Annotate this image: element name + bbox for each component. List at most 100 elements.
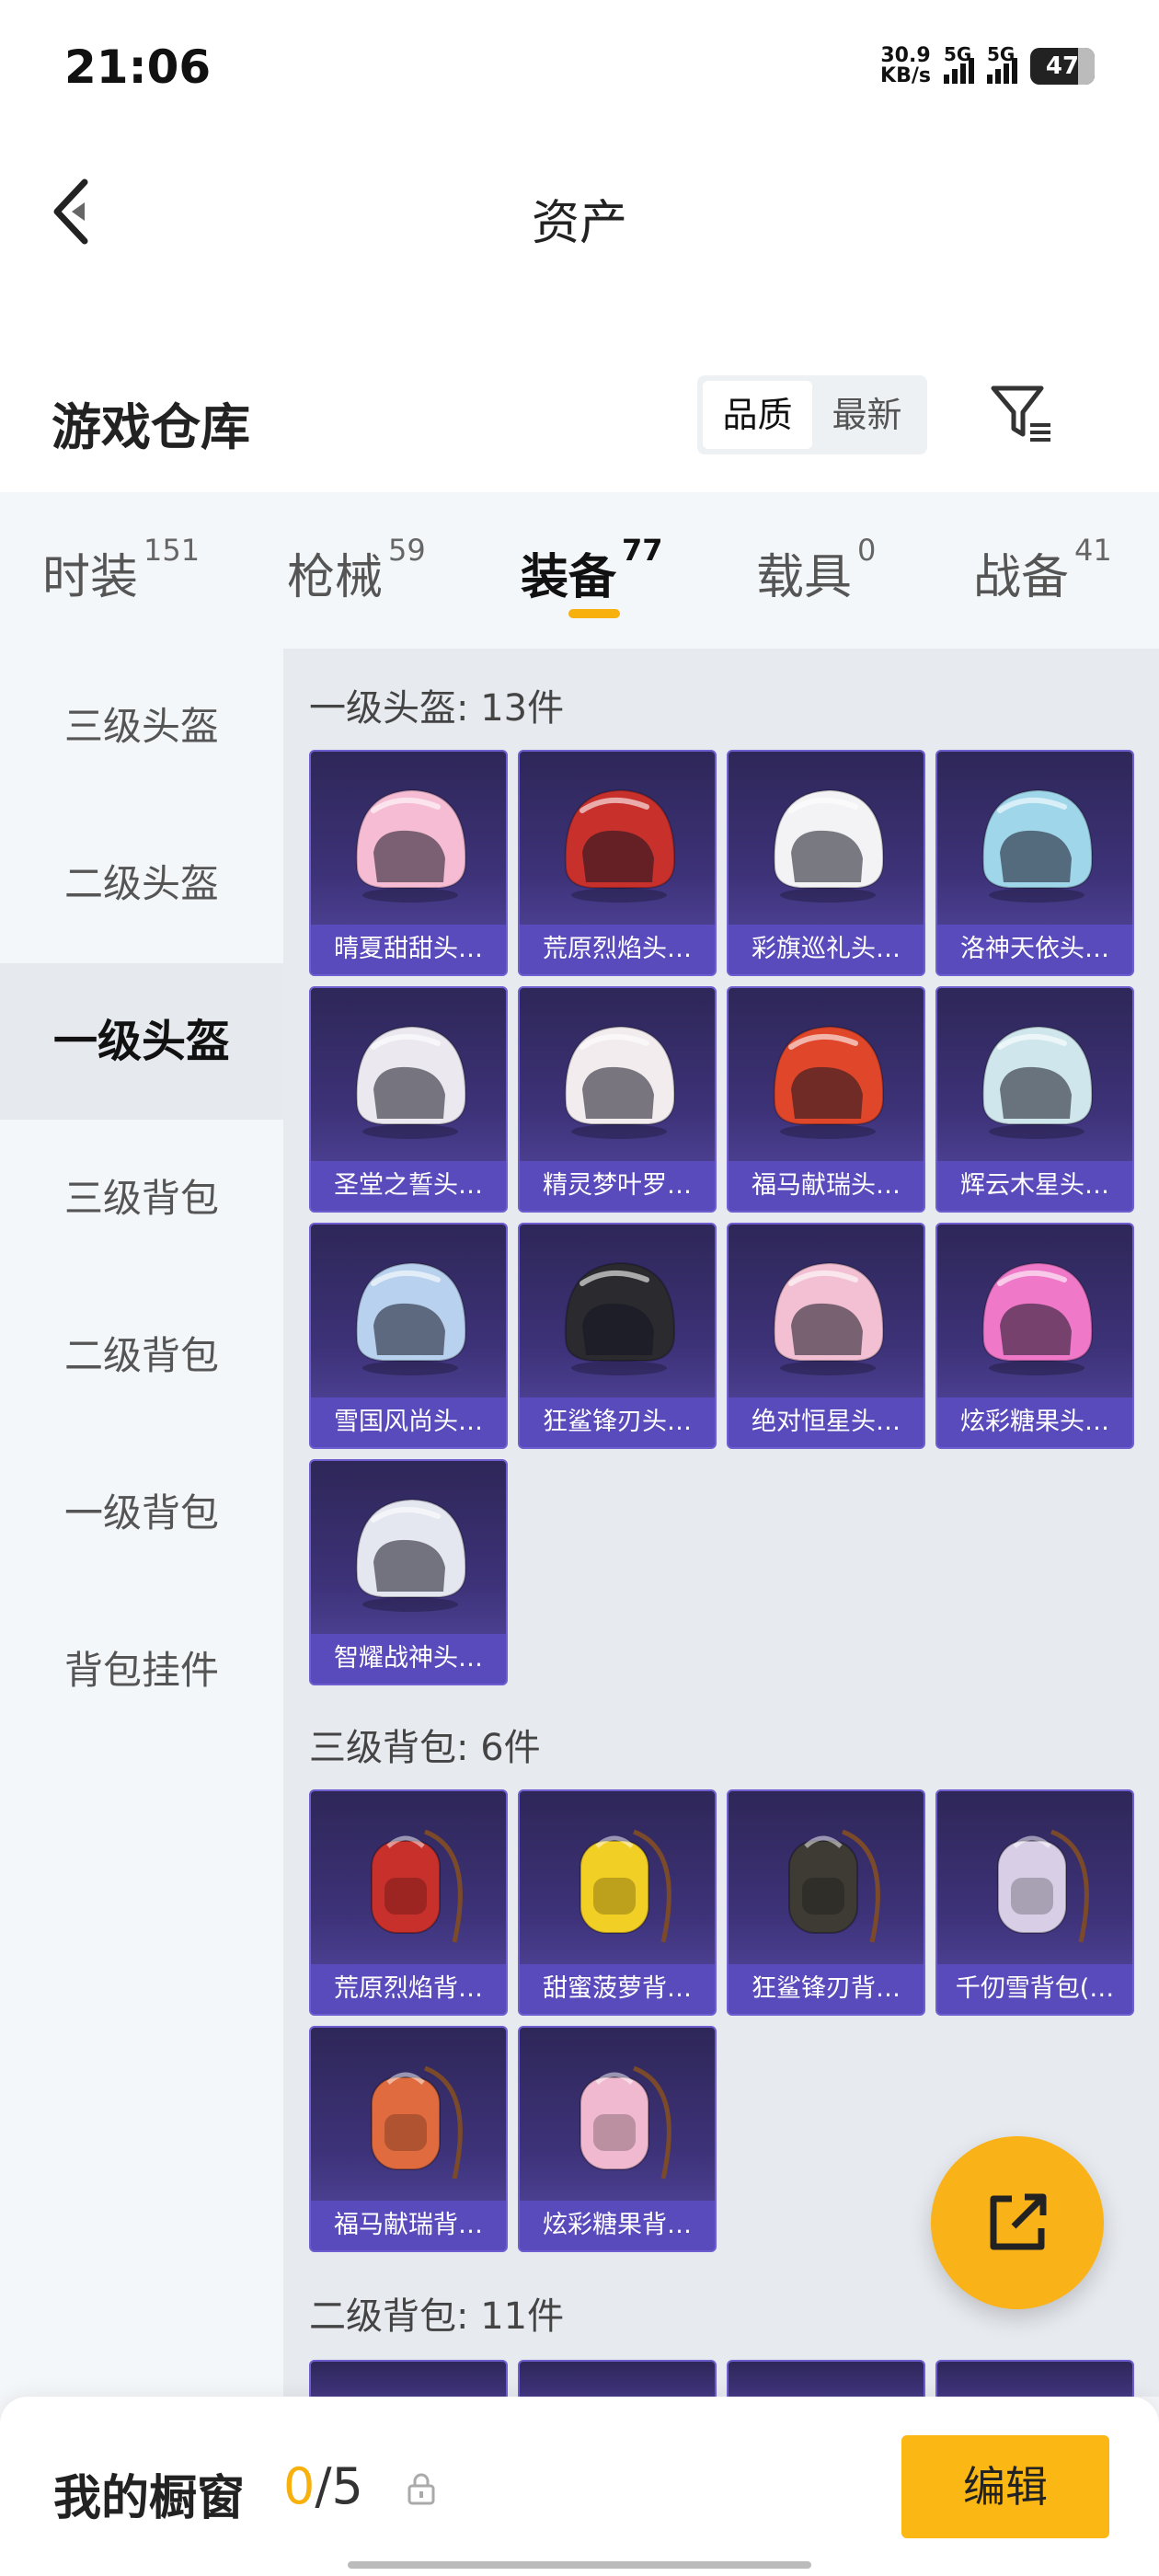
section-title-lv2-backpack: 二级背包: 11件 [309, 2295, 565, 2338]
helmet-item-card[interactable]: 辉云木星头… [935, 986, 1134, 1213]
sort-toggle: 品质 最新 [697, 375, 927, 454]
item-name: 精灵梦叶罗… [520, 1161, 715, 1211]
item-grid-area: 一级头盔: 13件 晴夏甜甜头… 荒原烈焰头… 彩旗巡礼头… 洛神天依头… 圣堂之誓头…… [283, 649, 1159, 2397]
helmet-icon [773, 1261, 885, 1375]
helmet-icon [355, 1025, 467, 1139]
sidebar-item-lv1-backpack[interactable]: 一级背包 [0, 1435, 283, 1592]
backpack-icon [997, 1829, 1089, 1943]
window-count: 0/5 [283, 2457, 363, 2515]
item-name: 洛神天依头… [937, 925, 1132, 974]
helmet-item-card[interactable]: 洛神天依头… [935, 750, 1134, 976]
helmet-item-card[interactable]: 彩旗巡礼头… [727, 750, 925, 976]
window-count-current: 0 [283, 2457, 316, 2515]
page-title: 资产 [531, 196, 627, 251]
item-name: 炫彩糖果头… [937, 1397, 1132, 1447]
sort-latest-button[interactable]: 最新 [812, 381, 922, 449]
sidebar-item-lv3-helmet[interactable]: 三级头盔 [0, 649, 283, 805]
backpack-icon [371, 2065, 463, 2179]
status-bar: 21:06 30.9 KB/s 5G 5G 47 [0, 0, 1159, 138]
helmet-icon [981, 1025, 1094, 1139]
sidebar-item-lv2-helmet[interactable]: 二级头盔 [0, 806, 283, 962]
edit-button[interactable]: 编辑 [901, 2435, 1109, 2538]
sidebar-item-lv2-backpack[interactable]: 二级背包 [0, 1278, 283, 1434]
category-tabs: 时装 151 枪械 59 装备 77 载具 0 战备 41 [0, 492, 1159, 649]
backpack-item-card[interactable]: 甜蜜菠萝背… [518, 1789, 717, 2016]
item-card-partial[interactable] [727, 2360, 925, 2397]
battery-level: 47 [1045, 52, 1080, 80]
sidebar: 三级头盔 二级头盔 一级头盔 三级背包 二级背包 一级背包 背包挂件 [0, 649, 283, 2397]
backpack-icon [580, 2065, 671, 2179]
helmet-icon [355, 1498, 467, 1612]
my-window-label: 我的橱窗 [53, 2471, 246, 2526]
backpack-item-card[interactable]: 炫彩糖果背… [518, 2026, 717, 2252]
signal-icon: 5G [944, 43, 974, 84]
tab-supplies[interactable]: 战备 41 [973, 533, 1112, 607]
backpack-icon [371, 1829, 463, 1943]
share-button[interactable] [931, 2136, 1104, 2309]
signal-icon-2: 5G [987, 43, 1017, 84]
item-name: 智耀战神头… [311, 1634, 506, 1684]
sidebar-item-lv1-helmet[interactable]: 一级头盔 [0, 963, 283, 1120]
helmet-icon [355, 788, 467, 903]
network-speed-unit: KB/s [880, 64, 931, 87]
helmet-item-card[interactable]: 精灵梦叶罗… [518, 986, 717, 1213]
item-name: 晴夏甜甜头… [311, 925, 506, 974]
helmet-icon [564, 788, 676, 903]
tab-fashion[interactable]: 时装 151 [42, 533, 200, 607]
item-name: 辉云木星头… [937, 1161, 1132, 1211]
helmet-item-card[interactable]: 雪国风尚头… [309, 1223, 508, 1449]
helmet-item-card[interactable]: 晴夏甜甜头… [309, 750, 508, 976]
helmet-item-card[interactable]: 圣堂之誓头… [309, 986, 508, 1213]
item-name: 荒原烈焰背… [311, 1964, 506, 2014]
section-title-lv1-helmet: 一级头盔: 13件 [309, 687, 565, 730]
helmet-item-card[interactable]: 荒原烈焰头… [518, 750, 717, 976]
network-speed: 30.9 KB/s [880, 46, 931, 86]
section-title-lv3-backpack: 三级背包: 6件 [309, 1727, 541, 1769]
sim1-type: 5G [944, 43, 972, 65]
helmet-icon [564, 1261, 676, 1375]
backpack-icon [580, 1829, 671, 1943]
helmet-item-card[interactable]: 智耀战神头… [309, 1459, 508, 1685]
tab-vehicles[interactable]: 载具 0 [756, 533, 876, 607]
backpack-item-card[interactable]: 千仞雪背包(… [935, 1789, 1134, 2016]
battery-icon: 47 [1030, 48, 1095, 85]
share-export-icon [990, 2193, 1047, 2250]
item-name: 千仞雪背包(… [937, 1964, 1132, 2014]
helmet-icon [773, 788, 885, 903]
helmet-icon [564, 1025, 676, 1139]
helmet-item-card[interactable]: 炫彩糖果头… [935, 1223, 1134, 1449]
sidebar-item-pendant[interactable]: 背包挂件 [0, 1593, 283, 1749]
helmet-item-card[interactable]: 福马献瑞头… [727, 986, 925, 1213]
network-speed-value: 30.9 [880, 44, 931, 67]
app-header: 资产 [0, 138, 1159, 340]
item-name: 圣堂之誓头… [311, 1161, 506, 1211]
lock-icon [407, 2473, 435, 2505]
sort-quality-button[interactable]: 品质 [703, 381, 812, 449]
tab-equipment[interactable]: 装备 77 [521, 533, 663, 607]
item-name: 福马献瑞背… [311, 2201, 506, 2250]
item-name: 绝对恒星头… [729, 1397, 924, 1447]
item-name: 甜蜜菠萝背… [520, 1964, 715, 2014]
sim2-type: 5G [987, 43, 1016, 65]
tab-weapons[interactable]: 枪械 59 [287, 533, 426, 607]
backpack-icon [788, 1829, 880, 1943]
home-indicator [348, 2561, 811, 2569]
bottom-bar: 我的橱窗 0/5 编辑 [0, 2397, 1159, 2576]
clock: 21:06 [64, 40, 212, 94]
warehouse-title: 游戏仓库 [52, 398, 250, 456]
helmet-icon [773, 1025, 885, 1139]
status-icons: 30.9 KB/s 5G 5G 47 [880, 43, 1095, 86]
backpack-item-card[interactable]: 福马献瑞背… [309, 2026, 508, 2252]
item-card-partial[interactable] [309, 2360, 508, 2397]
item-name: 雪国风尚头… [311, 1397, 506, 1447]
helmet-icon [981, 788, 1094, 903]
sidebar-item-lv3-backpack[interactable]: 三级背包 [0, 1121, 283, 1277]
backpack-item-card[interactable]: 荒原烈焰背… [309, 1789, 508, 2016]
item-card-partial[interactable] [518, 2360, 717, 2397]
backpack-item-card[interactable]: 狂鲨锋刃背… [727, 1789, 925, 2016]
helmet-item-card[interactable]: 绝对恒星头… [727, 1223, 925, 1449]
helmet-item-card[interactable]: 狂鲨锋刃头… [518, 1223, 717, 1449]
window-count-total: /5 [315, 2457, 363, 2515]
filter-icon[interactable] [984, 377, 1058, 451]
item-card-partial[interactable] [935, 2360, 1134, 2397]
